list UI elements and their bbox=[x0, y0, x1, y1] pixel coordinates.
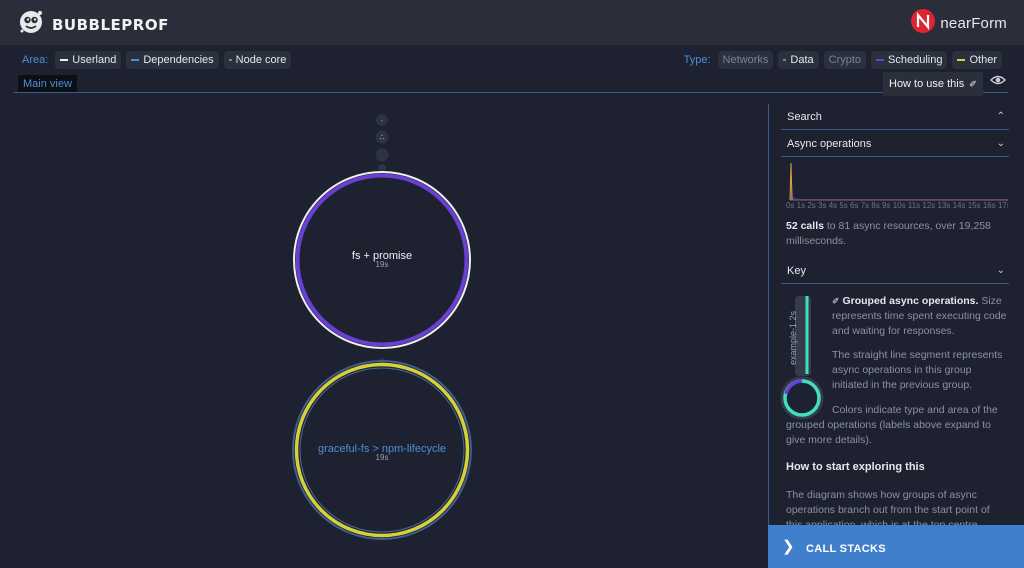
async-timeline-chart[interactable] bbox=[786, 160, 1008, 202]
how-to-use-button[interactable]: How to use this ✐ bbox=[883, 72, 983, 96]
node-time-graceful-fs: 19s bbox=[375, 453, 389, 462]
dependencies-swatch bbox=[131, 59, 140, 61]
userland-swatch bbox=[60, 59, 69, 61]
type-filters: Type: Networks Data Crypto Scheduling Ot… bbox=[684, 51, 1002, 69]
area-filter-label-userland: Userland bbox=[72, 54, 117, 66]
bubble-diagram-svg: - ∴ bbox=[292, 114, 472, 540]
key-paragraph-2: The straight line segment represents asy… bbox=[832, 349, 1003, 391]
chevron-right-icon: ❯ bbox=[782, 538, 795, 555]
call-stacks-label: CALL STACKS bbox=[806, 543, 886, 555]
stub-marker-2: ∴ bbox=[379, 133, 384, 142]
nearform-mark-icon bbox=[910, 8, 936, 39]
chevron-down-icon: ⌄ bbox=[996, 138, 1005, 149]
async-operations-section-header[interactable]: Async operations ⌄ bbox=[781, 131, 1009, 157]
area-filter-userland[interactable]: Userland bbox=[55, 51, 122, 69]
type-filter-crypto[interactable]: Crypto bbox=[823, 51, 867, 69]
async-stats-text: 52 calls to 81 async resources, over 19,… bbox=[786, 219, 1008, 249]
search-section-header[interactable]: Search ⌃ bbox=[781, 104, 1009, 130]
bubbleprof-logo[interactable]: BUBBLEPROF bbox=[18, 9, 169, 40]
type-filter-label-networks: Networks bbox=[722, 54, 769, 66]
type-filter-data[interactable]: Data bbox=[778, 51, 819, 69]
logo-text: BUBBLEPROF bbox=[52, 15, 169, 34]
stub-node-2[interactable]: ∴ bbox=[375, 130, 389, 144]
area-filters: Area: Userland Dependencies Node core bbox=[22, 51, 292, 69]
stub-connector bbox=[378, 164, 386, 172]
pencil-icon: ✐ bbox=[969, 79, 977, 89]
area-filter-dependencies[interactable]: Dependencies bbox=[126, 51, 219, 69]
bubble-diagram[interactable]: - ∴ fs + promise 19s graceful-fs > npm-l… bbox=[0, 100, 768, 568]
tab-divider bbox=[14, 92, 1008, 93]
explore-heading: How to start exploring this bbox=[786, 461, 925, 473]
chevron-down-icon: ⌄ bbox=[996, 265, 1005, 276]
async-operations-label: Async operations bbox=[787, 138, 872, 150]
tab-main-view[interactable]: Main view bbox=[18, 75, 77, 93]
key-title: Grouped async operations. bbox=[842, 295, 979, 307]
key-section-label: Key bbox=[787, 265, 806, 277]
call-stacks-button[interactable]: ❯ CALL STACKS bbox=[768, 525, 1024, 568]
how-to-use-label: How to use this bbox=[889, 78, 965, 90]
type-filter-label-scheduling: Scheduling bbox=[888, 54, 943, 66]
pencil-icon: ✐ bbox=[832, 296, 840, 306]
area-filter-node-core[interactable]: Node core bbox=[223, 51, 292, 69]
type-filter-label-crypto: Crypto bbox=[828, 54, 862, 66]
key-paragraph-3: Colors indicate type and area of the gro… bbox=[786, 404, 998, 446]
search-section-label: Search bbox=[787, 111, 822, 123]
type-filter-other[interactable]: Other bbox=[952, 51, 1002, 69]
nearform-logo[interactable]: nearForm bbox=[910, 8, 1007, 39]
stub-node-3[interactable] bbox=[375, 148, 389, 162]
key-section-header[interactable]: Key ⌄ bbox=[781, 258, 1009, 284]
other-swatch bbox=[957, 59, 966, 61]
explore-paragraph: The diagram shows how groups of async op… bbox=[786, 489, 990, 525]
data-swatch bbox=[783, 59, 787, 61]
area-filter-label-dependencies: Dependencies bbox=[143, 54, 214, 66]
node-time-fs-promise: 19s bbox=[375, 260, 389, 269]
key-paragraph-1: ✐ Grouped async operations. Size represe… bbox=[832, 294, 1008, 339]
area-filter-label: Area: bbox=[22, 54, 49, 66]
top-bar: BUBBLEPROF nearForm bbox=[0, 0, 1024, 45]
scheduling-swatch bbox=[876, 59, 885, 61]
type-filter-networks[interactable]: Networks bbox=[717, 51, 774, 69]
stub-node-1[interactable]: - bbox=[376, 114, 388, 126]
chevron-up-icon: ⌃ bbox=[996, 111, 1005, 122]
key-example-text: example-1.2s bbox=[788, 310, 799, 366]
async-calls-count: 52 calls bbox=[786, 220, 824, 232]
bubble-logo-icon bbox=[18, 9, 44, 40]
nearform-text: nearForm bbox=[940, 15, 1007, 32]
type-filter-label-data: Data bbox=[790, 54, 814, 66]
key-example-label: example-1.2s bbox=[788, 305, 804, 375]
type-filter-label: Type: bbox=[683, 54, 711, 66]
timeline-axis-ticks: 0s 1s 2s 3s 4s 5s 6s 7s 8s 9s 10s 11s 12… bbox=[786, 201, 1008, 210]
area-filter-label-node-core: Node core bbox=[235, 54, 287, 66]
type-filter-label-other: Other bbox=[969, 54, 997, 66]
node-core-swatch bbox=[228, 59, 232, 61]
app-root: BUBBLEPROF nearForm Area: Userland Depen… bbox=[0, 0, 1024, 568]
type-filter-scheduling[interactable]: Scheduling bbox=[871, 51, 948, 69]
eye-icon[interactable] bbox=[990, 73, 1006, 92]
